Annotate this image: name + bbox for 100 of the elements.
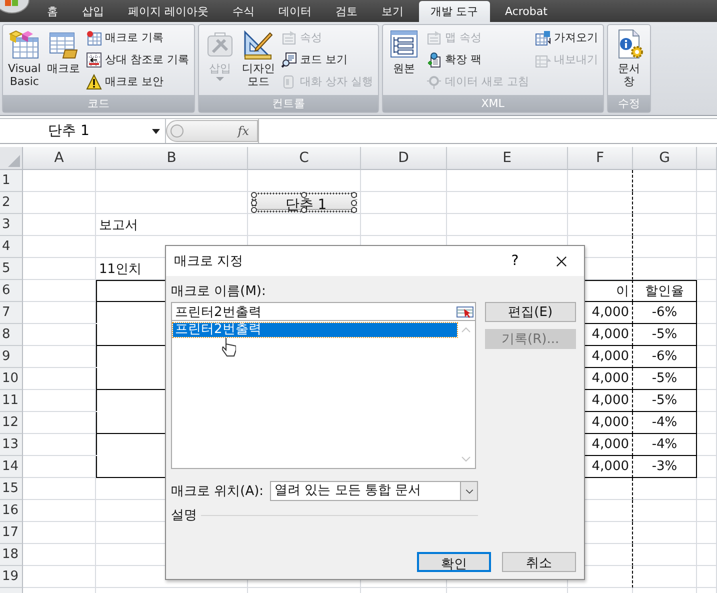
ribbon-tab[interactable]: 데이터: [270, 0, 320, 22]
column-header[interactable]: G: [633, 147, 697, 170]
ribbon-small-button[interactable]: 확장 팩: [424, 49, 531, 70]
insert-function-button[interactable]: fx: [238, 124, 249, 138]
sheet-cell[interactable]: [568, 170, 633, 192]
ribbon-large-button[interactable]: 디자인 모드: [240, 27, 277, 89]
row-header[interactable]: 5: [0, 258, 23, 280]
caret-icon: [216, 77, 224, 81]
sheet-cell[interactable]: [568, 214, 633, 236]
row-header[interactable]: 15: [0, 478, 23, 500]
row-header[interactable]: 3: [0, 214, 23, 236]
sheet-cell[interactable]: 보고서: [96, 214, 248, 236]
ribbon-tab[interactable]: 개발 도구: [418, 1, 490, 22]
sheet-cell[interactable]: 할인율: [633, 280, 697, 302]
column-header[interactable]: B: [96, 147, 248, 170]
form-button[interactable]: 단추 1: [257, 195, 355, 210]
column-header[interactable]: [697, 147, 717, 170]
row-header[interactable]: 12: [0, 412, 23, 434]
round-knob-icon: [170, 124, 184, 138]
ribbon-large-button[interactable]: 문서 창: [610, 27, 647, 89]
row-header[interactable]: 18: [0, 544, 23, 566]
column-header[interactable]: D: [361, 147, 447, 170]
row-header[interactable]: 13: [0, 434, 23, 456]
ribbon-small-button[interactable]: 가져오기: [532, 27, 600, 48]
ribbon-large-button[interactable]: 원본: [386, 27, 422, 76]
help-button[interactable]: ?: [492, 247, 538, 275]
tree-table-icon: [388, 28, 420, 60]
macro-list[interactable]: 프린터2번출력: [171, 321, 476, 469]
section-label: 설명: [171, 507, 197, 524]
macro-name-field[interactable]: 프린터2번출력: [171, 302, 476, 321]
row-header[interactable]: 4: [0, 236, 23, 258]
ribbon-small-button[interactable]: 매크로 보안: [84, 71, 191, 92]
column-header[interactable]: E: [447, 147, 568, 170]
resize-handle[interactable]: [301, 207, 307, 213]
ribbon-tab[interactable]: Acrobat: [496, 0, 556, 22]
sheet-cell[interactable]: -5%: [633, 390, 697, 412]
dialog-button[interactable]: 편집(E): [484, 302, 576, 322]
ribbon-small-button[interactable]: 코드 보기: [278, 49, 375, 70]
ruler-pencil-icon: [242, 28, 274, 60]
resize-handle[interactable]: [301, 192, 307, 198]
sheet-cell[interactable]: -6%: [633, 302, 697, 324]
column-header[interactable]: F: [568, 147, 633, 170]
sheet-cell[interactable]: [568, 192, 633, 214]
scroll-up-icon[interactable]: [461, 327, 472, 333]
ribbon-tab[interactable]: 보기: [372, 0, 412, 22]
name-box[interactable]: 단추 1: [0, 119, 166, 143]
sheet-cell[interactable]: -3%: [633, 456, 697, 478]
row-header[interactable]: 14: [0, 456, 23, 478]
dialog-button[interactable]: 확인: [417, 552, 491, 572]
sheet-cell[interactable]: -5%: [633, 324, 697, 346]
office-orb-icon[interactable]: [0, 0, 30, 14]
sheet-cell[interactable]: -4%: [633, 434, 697, 456]
row-header[interactable]: 6: [0, 280, 23, 302]
ribbon-large-button[interactable]: 매크로: [44, 27, 82, 76]
ribbon-tab[interactable]: 페이지 레이아웃: [119, 0, 218, 22]
row-header[interactable]: 19: [0, 566, 23, 588]
row-header[interactable]: 16: [0, 500, 23, 522]
macro-list-item[interactable]: 프린터2번출력: [173, 323, 457, 337]
dialog-button[interactable]: 취소: [502, 552, 576, 572]
record-sheet-icon: [86, 30, 102, 46]
ribbon-small-button[interactable]: 매크로 기록: [84, 27, 191, 48]
ribbon-tab[interactable]: 수식: [224, 0, 264, 22]
field-label: 매크로 이름(M):: [171, 283, 267, 300]
ribbon-tab[interactable]: 검토: [326, 0, 366, 22]
sheet-cell[interactable]: -4%: [633, 412, 697, 434]
row-header[interactable]: 7: [0, 302, 23, 324]
dialog-title: 매크로 지정: [174, 253, 244, 270]
scroll-down-icon[interactable]: [461, 456, 472, 462]
column-header[interactable]: A: [23, 147, 96, 170]
row-header[interactable]: 10: [0, 368, 23, 390]
field-label: 매크로 위치(A):: [171, 483, 264, 500]
ribbon-large-button[interactable]: Visual Basic: [6, 27, 43, 89]
chevron-down-icon: [464, 488, 474, 494]
corner-triangle-icon: [8, 155, 20, 167]
row-header[interactable]: 11: [0, 390, 23, 412]
row-header[interactable]: 1: [0, 170, 23, 192]
magnifier-document-icon: [280, 52, 297, 68]
row-header[interactable]: 9: [0, 346, 23, 368]
globe-document-icon: [426, 52, 442, 68]
import-sheet-icon: [534, 30, 551, 46]
location-dropdown[interactable]: 열려 있는 모든 통합 문서: [270, 481, 478, 501]
row-header[interactable]: 8: [0, 324, 23, 346]
spreadsheet-cubes-icon: [8, 28, 40, 60]
dropdown-arrow-icon: [152, 129, 160, 134]
row-header[interactable]: 2: [0, 192, 23, 214]
group-label: XML: [382, 95, 603, 112]
select-all-corner[interactable]: [0, 147, 23, 170]
group-label: 수정: [608, 95, 650, 112]
group-label: 컨트롤: [198, 95, 378, 112]
sheet-cell[interactable]: -5%: [633, 368, 697, 390]
collapse-dialog-icon[interactable]: [456, 304, 474, 318]
grid-arrow-icon: [86, 52, 102, 68]
row-header[interactable]: 17: [0, 522, 23, 544]
ribbon-tab[interactable]: 삽입: [73, 0, 113, 22]
ribbon-tab[interactable]: 홈: [38, 0, 67, 22]
column-header[interactable]: C: [248, 147, 361, 170]
sheet-cell[interactable]: -6%: [633, 346, 697, 368]
ribbon-small-button[interactable]: 상대 참조로 기록: [84, 49, 191, 70]
close-icon: [556, 256, 566, 266]
group-label: 코드: [3, 95, 194, 112]
